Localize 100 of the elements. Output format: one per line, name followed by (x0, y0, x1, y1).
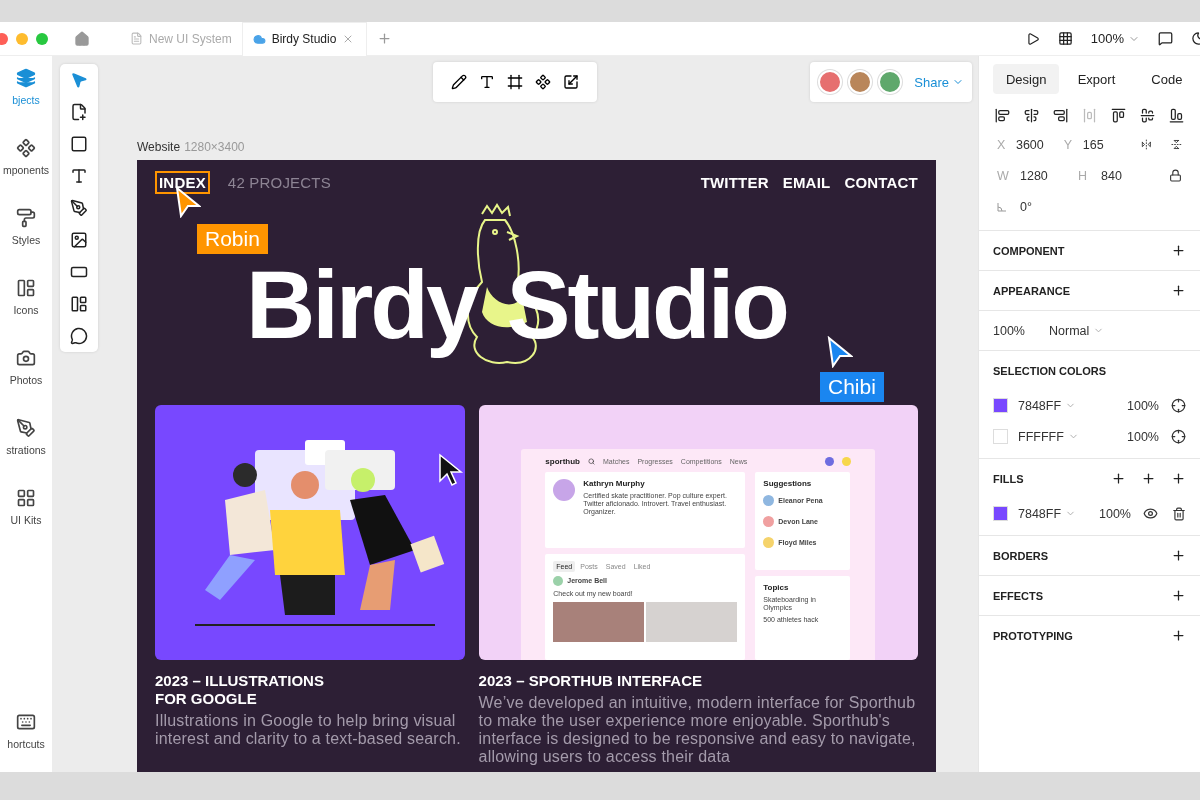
tab-label: Birdy Studio (271, 32, 337, 46)
align-middle-icon[interactable] (1140, 108, 1155, 123)
sidebar-label: strations (6, 444, 46, 456)
scale-icon[interactable] (563, 74, 579, 90)
file-tab[interactable]: Birdy Studio (241, 21, 367, 56)
icons-icon (16, 278, 36, 298)
add-icon[interactable] (1171, 283, 1186, 298)
add-icon[interactable] (1171, 548, 1186, 563)
fill-opacity[interactable]: 100% (1099, 506, 1131, 521)
target-icon[interactable] (1171, 429, 1186, 444)
panel-tab[interactable]: Export (1063, 64, 1130, 94)
avatar (848, 70, 872, 94)
add-icon[interactable] (1171, 588, 1186, 603)
nav-link[interactable]: INDEX (155, 171, 210, 194)
pen-icon (16, 418, 36, 438)
card-title: Topics (763, 583, 790, 592)
profile-name: Kathryn Murphy (583, 479, 646, 488)
grid-icon[interactable] (1057, 31, 1073, 46)
eye-icon[interactable] (1143, 506, 1158, 521)
nav-link[interactable]: 42 PROJECTS (223, 171, 335, 194)
sidebar-label: Photos (9, 374, 43, 386)
color-opacity[interactable]: 100% (1127, 398, 1159, 413)
card-title: Suggestions (763, 479, 813, 488)
cursor-name-tag: Chibi (820, 372, 884, 402)
sidebar-item[interactable]: Photos (0, 348, 52, 418)
sidebar-item[interactable]: Icons (0, 278, 52, 348)
add-icon[interactable] (1111, 471, 1126, 486)
frame-size: 1280×3400 (184, 140, 245, 154)
roller-icon (16, 208, 36, 228)
color-opacity[interactable]: 100% (1127, 429, 1159, 444)
file-icon (130, 32, 143, 45)
section-title: APPEARANCE (993, 284, 1070, 297)
angle-icon (997, 201, 1007, 212)
panel-tab[interactable]: Code (1133, 64, 1200, 94)
avatar (878, 70, 902, 94)
align-center-icon[interactable] (1024, 108, 1039, 123)
project-description: Illustrations in Google to help bring visual interest and clarity to a text-based search. (155, 712, 462, 748)
section-title: EFFECTS (993, 589, 1044, 602)
color-hex[interactable]: FFFFFF (1018, 429, 1064, 444)
property-value[interactable]: 1280 (1020, 168, 1078, 183)
color-swatch[interactable] (993, 506, 1008, 521)
property-label: Y (1063, 137, 1074, 152)
text-icon[interactable] (479, 74, 495, 90)
opacity-value[interactable]: 100% (993, 323, 1025, 338)
color-swatch[interactable] (993, 398, 1008, 413)
sidebar-item[interactable]: hortcuts (0, 712, 52, 772)
search-icon (587, 458, 595, 465)
sidebar-item[interactable]: Styles (0, 208, 52, 278)
color-hex[interactable]: 7848FF (1018, 398, 1062, 413)
add-tab-icon[interactable] (376, 31, 392, 46)
flip-vertical-icon[interactable] (1171, 138, 1182, 151)
color-swatch[interactable] (993, 429, 1008, 444)
add-icon[interactable] (1141, 471, 1156, 486)
app-logo: sporthub (545, 457, 580, 466)
nav-link[interactable]: EMAIL (782, 174, 831, 191)
color-hex[interactable]: 7848FF (1018, 506, 1062, 521)
avatar (825, 457, 835, 466)
sidebar-item[interactable]: bjects (0, 68, 52, 138)
add-icon[interactable] (1171, 471, 1186, 486)
play-icon[interactable] (1025, 31, 1040, 46)
lock-icon[interactable] (1169, 169, 1182, 182)
trash-icon[interactable] (1172, 506, 1186, 521)
flip-horizontal-icon[interactable] (1140, 138, 1152, 151)
align-right-icon[interactable] (1053, 108, 1068, 123)
add-icon[interactable] (1171, 628, 1186, 643)
avatar (763, 516, 775, 527)
property-value[interactable]: 0° (1020, 199, 1078, 214)
sidebar-item[interactable]: mponents (0, 138, 52, 208)
add-icon[interactable] (1171, 243, 1186, 258)
nav-link[interactable]: TWITTER (700, 174, 769, 191)
blend-mode-dropdown[interactable]: Normal (1049, 323, 1105, 338)
speech-bubble-icon (70, 327, 88, 345)
zoom-dropdown[interactable]: 100% (1090, 31, 1140, 46)
text-icon (70, 167, 88, 185)
sidebar-item[interactable]: UI Kits (0, 488, 52, 558)
align-bottom-icon[interactable] (1169, 108, 1184, 123)
pencil-icon[interactable] (451, 74, 467, 90)
home-icon[interactable] (74, 30, 90, 47)
align-left-icon[interactable] (995, 108, 1010, 123)
sidebar-item[interactable]: strations (0, 418, 52, 488)
align-top-icon[interactable] (1111, 108, 1126, 123)
nav-link[interactable]: CONTACT (844, 174, 918, 191)
property-label: W (997, 168, 1010, 183)
property-value[interactable]: 165 (1082, 137, 1131, 152)
property-value[interactable]: 3600 (1015, 137, 1064, 152)
cursor-arrow-icon (827, 336, 853, 368)
target-icon[interactable] (1171, 398, 1186, 413)
property-value[interactable]: 840 (1101, 168, 1159, 183)
share-button[interactable]: Share (914, 74, 964, 90)
panel-tab[interactable]: Design (993, 64, 1060, 94)
project-card[interactable] (155, 405, 465, 660)
section-title: FILLS (993, 472, 1024, 485)
cursor-name-tag: Robin (197, 224, 268, 254)
project-description: We’ve developed an intuitive, modern interface for Sporthub to make the user experience more enjoyable. Sporthub's interface is designed to be responsive and easy to navigate, allowing users to access their data (478, 694, 917, 766)
frame-icon[interactable] (507, 74, 523, 90)
square-icon (70, 135, 88, 153)
cursor-arrow-icon (175, 186, 201, 218)
comment-icon[interactable] (1158, 31, 1173, 46)
components-icon (16, 138, 36, 158)
close-window-icon[interactable] (0, 32, 8, 45)
